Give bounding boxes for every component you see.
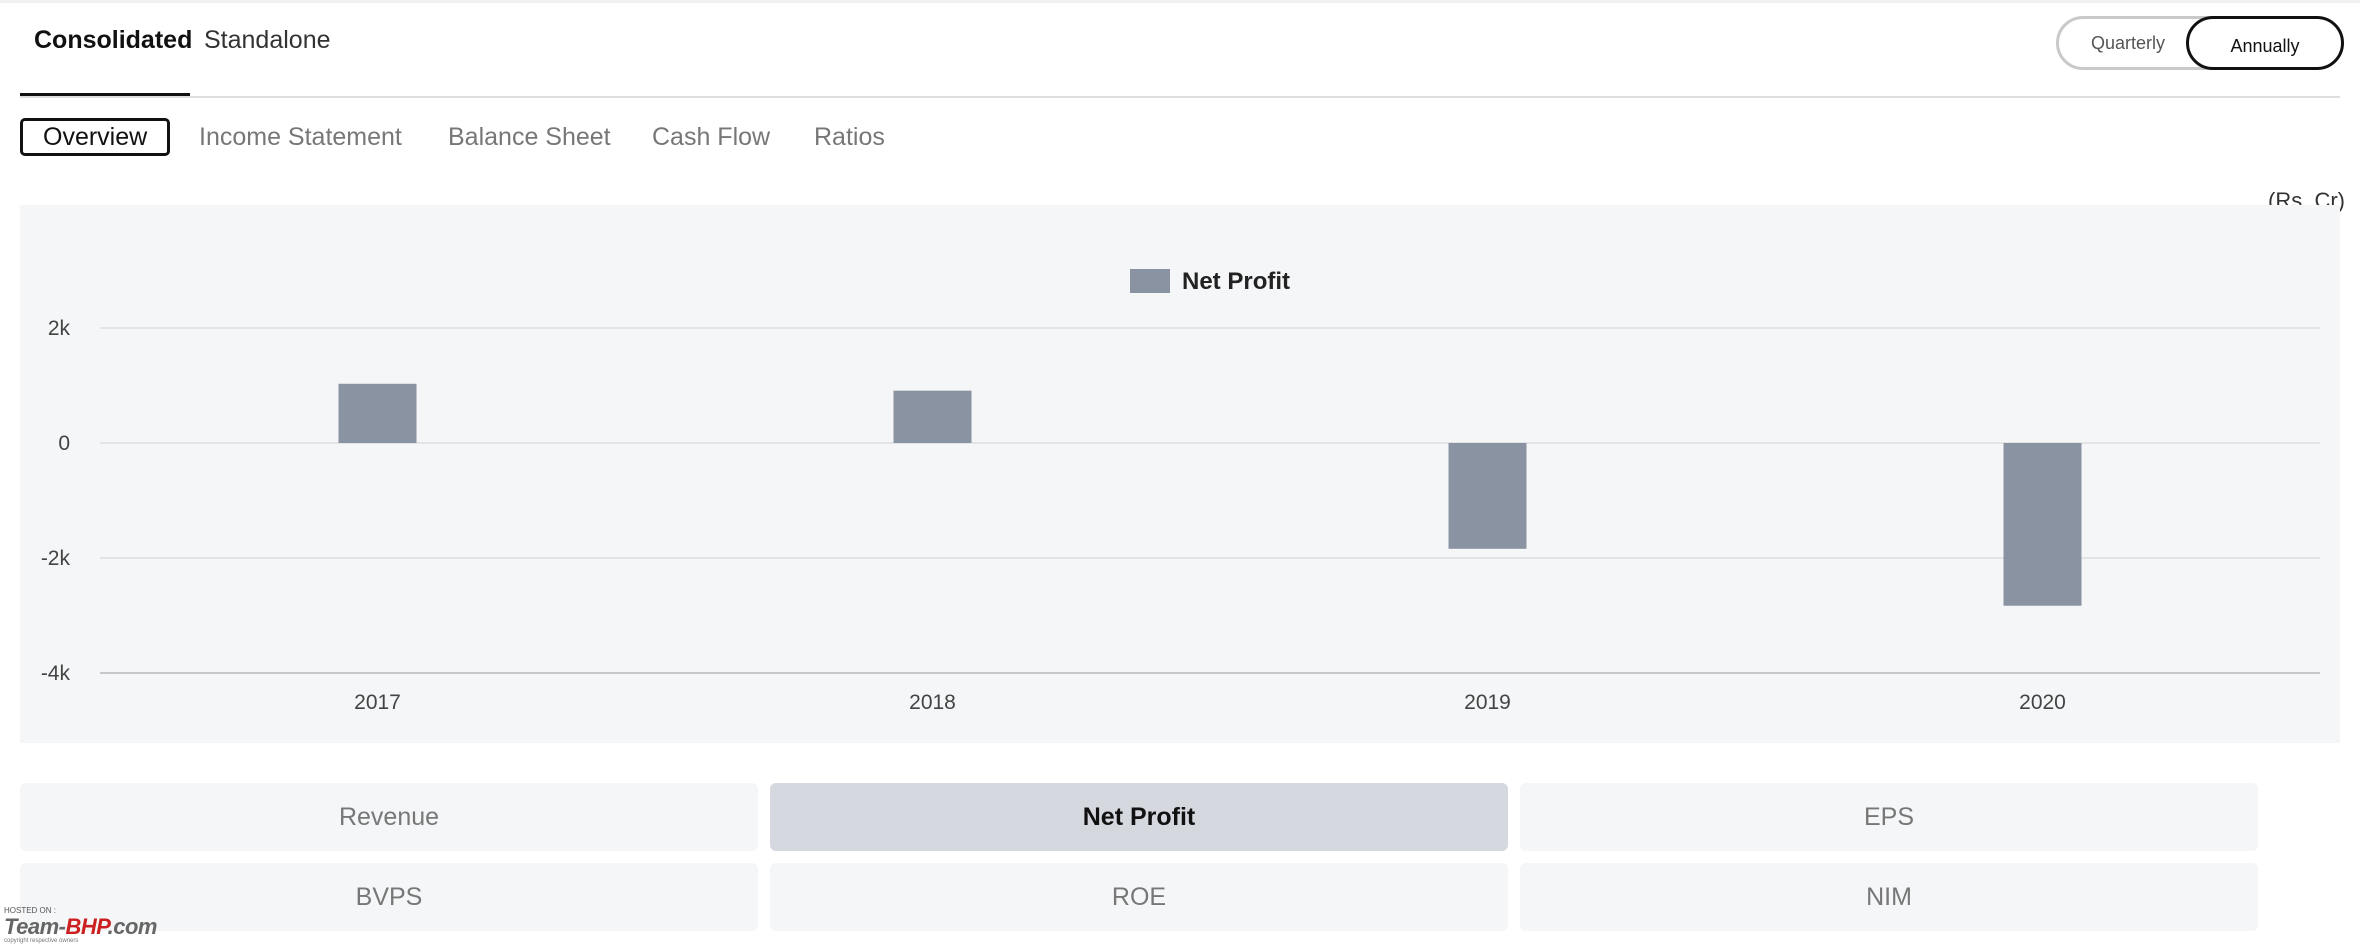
subtab-cash-flow[interactable]: Cash Flow xyxy=(652,118,770,156)
y-tick-label: 2k xyxy=(48,317,71,340)
x-tick-label: 2020 xyxy=(2019,691,2066,714)
legend-label: Net Profit xyxy=(1182,268,1290,295)
metric-net-profit-button[interactable]: Net Profit xyxy=(770,783,1508,851)
metric-eps-button[interactable]: EPS xyxy=(1520,783,2258,851)
metric-nim-button[interactable]: NIM xyxy=(1520,863,2258,931)
watermark-brand-prefix: Team- xyxy=(4,914,66,939)
bar-2019 xyxy=(1448,443,1527,549)
subtab-overview[interactable]: Overview xyxy=(20,118,171,156)
y-tick-label: 0 xyxy=(58,432,70,455)
bar-2020 xyxy=(2003,443,2082,606)
watermark-brand: Team-BHP.com xyxy=(4,914,157,940)
annually-option[interactable]: Annually xyxy=(2186,16,2344,70)
net-profit-chart: 2k 0 -2k -4k 2017 2018 2019 2020 Net Profit xyxy=(41,268,2320,714)
tab-standalone[interactable]: Standalone xyxy=(204,26,331,55)
bar-2017 xyxy=(338,383,417,443)
period-toggle[interactable]: Quarterly Annually xyxy=(2056,16,2344,70)
subtab-income-statement[interactable]: Income Statement xyxy=(199,118,402,156)
subtab-balance-sheet[interactable]: Balance Sheet xyxy=(448,118,611,156)
y-tick-label: -2k xyxy=(41,547,71,570)
chart-panel: 2k 0 -2k -4k 2017 2018 2019 2020 Net Profit xyxy=(20,205,2340,743)
subtab-ratios[interactable]: Ratios xyxy=(814,118,885,156)
tab-consolidated[interactable]: Consolidated xyxy=(34,26,192,55)
x-tick-label: 2018 xyxy=(909,691,956,714)
tab-divider xyxy=(20,96,2340,98)
top-border xyxy=(0,0,2360,3)
metric-revenue-button[interactable]: Revenue xyxy=(20,783,758,851)
watermark-brand-highlight: BHP xyxy=(65,914,108,939)
y-tick-label: -4k xyxy=(41,662,71,685)
x-tick-label: 2019 xyxy=(1464,691,1511,714)
team-bhp-watermark: HOSTED ON : Team-BHP.com copyright respe… xyxy=(4,906,194,944)
x-tick-label: 2017 xyxy=(354,691,401,714)
quarterly-option[interactable]: Quarterly xyxy=(2059,19,2189,67)
watermark-copyright: copyright respective owners xyxy=(4,938,79,944)
legend-swatch xyxy=(1130,269,1170,293)
watermark-brand-suffix: .com xyxy=(107,914,158,939)
metric-roe-button[interactable]: ROE xyxy=(770,863,1508,931)
bar-2018 xyxy=(893,390,972,443)
